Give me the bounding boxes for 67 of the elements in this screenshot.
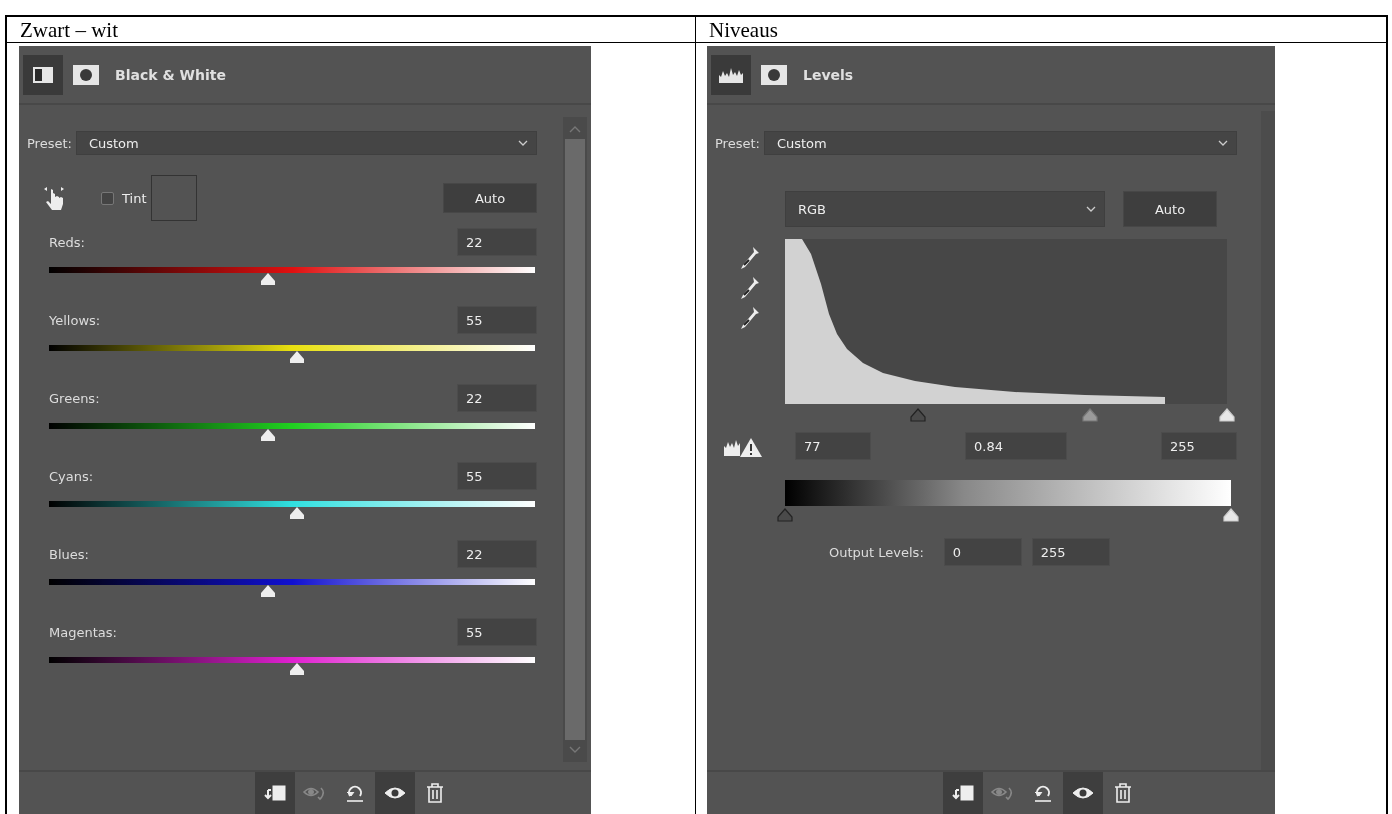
- value-field[interactable]: 22: [457, 384, 537, 412]
- eyedropper-icon[interactable]: [739, 305, 761, 331]
- preset-label: Preset:: [715, 135, 760, 151]
- preset-dropdown[interactable]: Custom: [763, 131, 1237, 155]
- output-level-field[interactable]: 255: [1031, 538, 1110, 566]
- split-square-icon[interactable]: [23, 54, 63, 95]
- output-level-thumb[interactable]: [777, 508, 793, 522]
- eye-icon: [384, 786, 406, 800]
- slider-label: Magentas:: [49, 624, 117, 640]
- mask-icon[interactable]: [761, 64, 787, 85]
- toolbar-button[interactable]: [375, 772, 415, 814]
- slider-label: Greens:: [49, 390, 100, 406]
- clip-to-layer-icon: [952, 784, 974, 802]
- toolbar-button[interactable]: [1063, 772, 1103, 814]
- delete-icon: [1114, 783, 1132, 803]
- color-slider[interactable]: [49, 267, 535, 285]
- color-slider[interactable]: [49, 345, 535, 363]
- value-field[interactable]: 22: [457, 228, 537, 256]
- tint-color-swatch[interactable]: [150, 175, 197, 221]
- input-level-field[interactable]: 255: [1161, 432, 1237, 460]
- hand-pointer-icon[interactable]: [43, 185, 65, 211]
- channel-dropdown[interactable]: RGB: [785, 191, 1105, 227]
- color-slider[interactable]: [49, 423, 535, 441]
- output-slider-track[interactable]: [777, 508, 1239, 524]
- slider-label: Reds:: [49, 234, 85, 250]
- table-header: Niveaus: [696, 17, 1386, 43]
- preset-label: Preset:: [27, 135, 72, 151]
- toolbar-button[interactable]: [255, 772, 295, 814]
- input-level-field[interactable]: 0.84: [965, 432, 1067, 460]
- chevron-down-icon: [1218, 140, 1228, 146]
- input-level-thumb[interactable]: [1081, 408, 1098, 422]
- value-field[interactable]: 55: [457, 306, 537, 334]
- eye-arrow-icon: [991, 784, 1015, 802]
- preset-dropdown[interactable]: Custom: [75, 131, 537, 155]
- eyedropper-icon[interactable]: [739, 275, 761, 301]
- tint-checkbox[interactable]: [101, 191, 114, 205]
- delete-icon: [426, 783, 444, 803]
- reset-icon: [1033, 783, 1053, 803]
- auto-button[interactable]: Auto: [443, 183, 537, 213]
- histogram-icon[interactable]: [711, 54, 751, 95]
- auto-button[interactable]: Auto: [1123, 191, 1217, 227]
- chevron-down-icon: [518, 140, 528, 146]
- input-level-field[interactable]: 77: [795, 432, 871, 460]
- eyedropper-icon[interactable]: [739, 245, 761, 271]
- panel-title: Black & White: [115, 66, 226, 83]
- toolbar-button[interactable]: [943, 772, 983, 814]
- slider-label: Yellows:: [49, 312, 101, 328]
- mask-icon[interactable]: [73, 64, 99, 85]
- reset-icon: [345, 783, 365, 803]
- value-field[interactable]: 55: [457, 618, 537, 646]
- color-slider[interactable]: [49, 501, 535, 519]
- value-field[interactable]: 22: [457, 540, 537, 568]
- value-field[interactable]: 55: [457, 462, 537, 490]
- table-header: Zwart – wit: [7, 17, 696, 43]
- eye-icon: [1072, 786, 1094, 800]
- slider-label: Cyans:: [49, 468, 94, 484]
- color-slider[interactable]: [49, 579, 535, 597]
- output-level-field[interactable]: 0: [943, 538, 1022, 566]
- chevron-down-icon: [1086, 206, 1096, 212]
- slider-label: Blues:: [49, 546, 89, 562]
- eye-arrow-icon: [303, 784, 327, 802]
- clip-to-layer-icon: [264, 784, 286, 802]
- panel-title: Levels: [803, 66, 854, 83]
- input-level-thumb[interactable]: [909, 408, 926, 422]
- tint-label: Tint: [122, 190, 147, 206]
- output-levels-label: Output Levels:: [829, 544, 924, 560]
- color-slider[interactable]: [49, 657, 535, 675]
